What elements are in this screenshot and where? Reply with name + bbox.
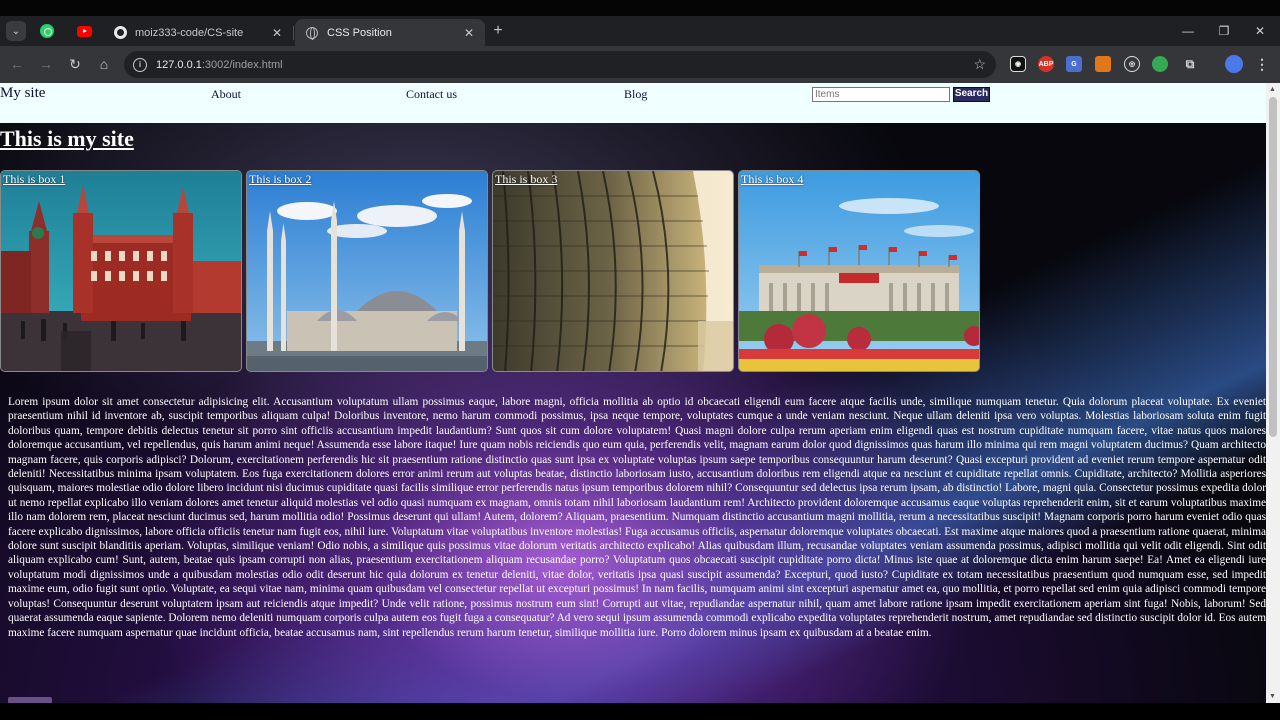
search-button[interactable]: Search: [953, 87, 990, 102]
box-4: This is box 4: [738, 170, 980, 372]
back-button[interactable]: ←: [8, 55, 26, 73]
tab-close-icon[interactable]: ✕: [461, 26, 477, 40]
page-scrollbar[interactable]: ▲ ▼: [1266, 83, 1280, 703]
adblock-plus-icon[interactable]: ABP: [1038, 56, 1054, 72]
box-label[interactable]: This is box 3: [495, 172, 557, 187]
puzzle-icon[interactable]: ⧉: [1182, 56, 1198, 72]
search-input[interactable]: [812, 87, 950, 102]
red-square-moscow-photo: [1, 171, 241, 371]
page-viewport: My site About Contact us Blog Search Thi…: [0, 83, 1266, 703]
profile-avatar-icon[interactable]: [1225, 55, 1243, 73]
tab-separator: [293, 26, 294, 40]
bottom-strip: [0, 703, 1280, 720]
tab-title: moiz333-code/CS-site: [135, 26, 244, 39]
reload-button[interactable]: ↻: [66, 55, 84, 73]
browser-toolbar: ← → ↻ ⌂ i 127.0.0.1:3002/index.html ☆ ◉ …: [0, 46, 1280, 83]
box-3: This is box 3: [492, 170, 734, 372]
scroll-down-icon[interactable]: ▼: [1269, 693, 1276, 700]
tab-close-icon[interactable]: ✕: [269, 26, 285, 40]
site-brand[interactable]: My site: [0, 85, 45, 102]
top-strip: [0, 0, 1280, 16]
new-tab-button[interactable]: +: [489, 22, 507, 40]
tab-title: CSS Position: [327, 26, 392, 39]
globe-icon: [305, 26, 319, 40]
site-navbar: My site About Contact us Blog Search: [0, 83, 1266, 123]
home-button[interactable]: ⌂: [95, 55, 113, 73]
green-extension-icon[interactable]: [1152, 56, 1168, 72]
scroll-up-icon[interactable]: ▲: [1269, 86, 1276, 93]
translate-icon[interactable]: G: [1066, 56, 1082, 72]
url-path: :3002/index.html: [201, 58, 283, 71]
page-title: This is my site: [0, 126, 134, 151]
box-label[interactable]: This is box 2: [249, 172, 311, 187]
mosque-skyline-photo: [247, 171, 487, 371]
url-host: 127.0.0.1: [156, 58, 202, 71]
youtube-icon: [76, 25, 92, 37]
bookmark-star-icon[interactable]: ☆: [973, 56, 986, 73]
address-bar[interactable]: i 127.0.0.1:3002/index.html ☆: [124, 51, 996, 78]
glass-skyscraper-photo: [493, 171, 733, 371]
box-2: This is box 2: [246, 170, 488, 372]
site-info-icon[interactable]: i: [133, 57, 147, 72]
box-label[interactable]: This is box 1: [3, 172, 65, 187]
restore-button[interactable]: ❐: [1212, 22, 1236, 40]
box-label[interactable]: This is box 4: [741, 172, 803, 187]
forward-button[interactable]: →: [37, 55, 55, 73]
circle-extension-icon[interactable]: ◎: [1124, 56, 1140, 72]
nav-link-contact[interactable]: Contact us: [406, 87, 457, 102]
close-window-button[interactable]: ✕: [1248, 22, 1272, 40]
nav-link-blog[interactable]: Blog: [624, 87, 647, 102]
whatsapp-icon: [40, 24, 54, 38]
chrome-menu-icon[interactable]: ⋮: [1254, 56, 1270, 72]
tab-search-chevron-icon[interactable]: ⌄: [6, 21, 26, 41]
record-extension-icon[interactable]: ◉: [1010, 56, 1026, 72]
great-hall-flowerbed-photo: [739, 171, 979, 371]
pinned-tab-youtube[interactable]: [73, 21, 95, 41]
scroll-thumb[interactable]: [1269, 97, 1277, 437]
metamask-icon[interactable]: [1095, 56, 1111, 72]
nav-link-about[interactable]: About: [211, 87, 241, 102]
tab-bar: ⌄ moiz333-code/CS-site ✕ CSS Position ✕ …: [0, 16, 1280, 46]
box-1: This is box 1: [0, 170, 242, 372]
lorem-paragraph: Lorem ipsum dolor sit amet consectetur a…: [8, 396, 1266, 639]
github-icon: [113, 26, 127, 40]
pinned-tab-whatsapp[interactable]: [36, 21, 58, 41]
minimize-button[interactable]: —: [1176, 22, 1200, 40]
tab-css-position[interactable]: CSS Position ✕: [295, 19, 485, 46]
tab-github[interactable]: moiz333-code/CS-site ✕: [103, 19, 293, 46]
